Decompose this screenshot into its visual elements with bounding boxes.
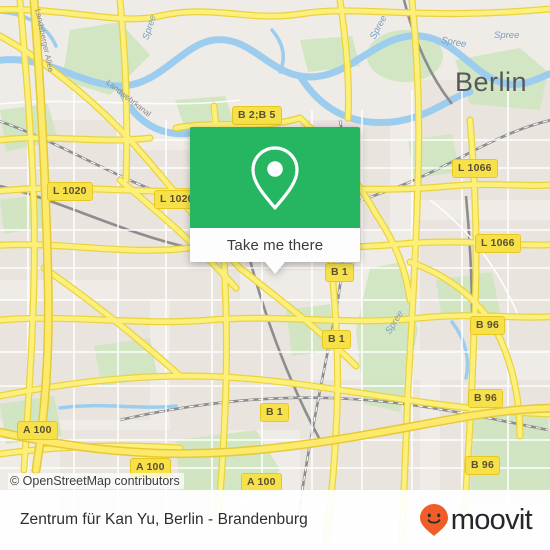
road-shield: L 1066 <box>452 159 498 178</box>
road-shield: B 96 <box>470 316 505 335</box>
osm-attribution[interactable]: © OpenStreetMap contributors <box>8 473 184 489</box>
moovit-wordmark: moovit <box>450 503 533 536</box>
road-shield: A 100 <box>17 421 58 440</box>
location-popup-card[interactable]: Take me there <box>190 127 360 274</box>
popup-action-row[interactable]: Take me there <box>190 228 360 262</box>
road-shield: L 1020 <box>47 182 93 201</box>
map-canvas[interactable]: Berlin Spree Spree Spree Spree Spree Lan… <box>0 0 550 550</box>
popup-header <box>190 127 360 228</box>
moovit-logo[interactable]: moovit <box>419 503 533 537</box>
place-title: Zentrum für Kan Yu, Berlin - Brandenburg <box>20 511 308 528</box>
road-shield: L 1066 <box>475 234 521 253</box>
popup-tail <box>265 262 285 274</box>
moovit-smiley-pin-icon <box>419 504 448 536</box>
road-shield: B 1 <box>325 263 354 282</box>
take-me-there-label: Take me there <box>226 236 324 254</box>
location-pin-icon <box>251 145 299 210</box>
road-shield: B 96 <box>465 456 500 475</box>
road-shield: B 2;B 5 <box>232 106 282 125</box>
road-shield: B 1 <box>322 330 351 349</box>
footer-bar: Zentrum für Kan Yu, Berlin - Brandenburg… <box>0 490 550 550</box>
road-shield: B 1 <box>260 403 289 422</box>
road-shield: B 96 <box>468 389 503 408</box>
